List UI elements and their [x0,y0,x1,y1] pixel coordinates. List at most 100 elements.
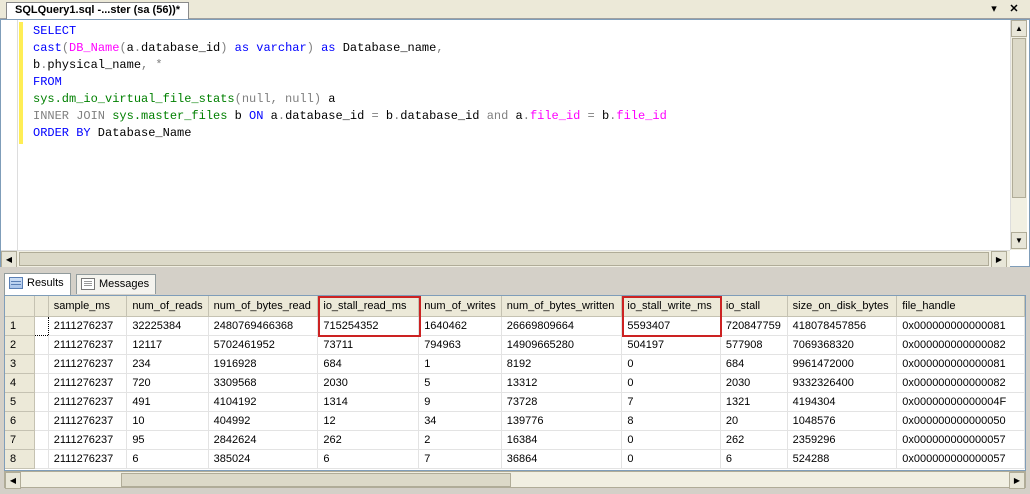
grid-horizontal-scrollbar[interactable]: ◀ ▶ [4,471,1026,489]
table-cell[interactable]: 73728 [501,392,623,412]
query-line[interactable]: SELECT [33,23,667,40]
scroll-up-icon[interactable]: ▲ [1011,20,1027,37]
column-header[interactable]: num_of_writes [418,296,502,317]
table-cell[interactable] [34,315,49,336]
table-cell[interactable]: 0x00000000000004F [896,392,1025,412]
table-cell[interactable]: 234 [126,354,209,374]
table-cell[interactable]: 2842624 [208,430,319,450]
table-cell[interactable]: 7 [418,449,502,469]
table-cell[interactable]: 404992 [208,411,319,431]
table-cell[interactable]: 34 [418,411,502,431]
table-cell[interactable]: 262 [720,430,788,450]
table-cell[interactable]: 73711 [317,335,420,355]
column-header[interactable]: num_of_reads [126,296,209,317]
table-cell[interactable]: 1048576 [787,411,898,431]
scroll-left-icon[interactable]: ◀ [1,251,17,268]
table-cell[interactable]: 0x000000000000050 [896,411,1025,431]
editor-horizontal-scroll-thumb[interactable] [19,252,989,266]
table-cell[interactable]: 14909665280 [501,335,623,355]
table-cell[interactable] [34,373,49,393]
table-cell[interactable] [34,335,49,355]
table-cell[interactable]: 0x000000000000081 [896,316,1025,336]
table-cell[interactable]: 1640462 [418,316,502,336]
table-row[interactable]: 5 2111276237 491 4104192 1314 9 73728 7 1321 4194… [5,392,1025,412]
table-cell[interactable]: 0 [621,354,721,374]
table-cell[interactable]: 0 [621,449,721,469]
table-cell[interactable] [34,449,49,469]
query-line[interactable]: FROM [33,74,667,91]
row-number[interactable]: 2 [5,335,36,355]
table-cell[interactable]: 794963 [418,335,502,355]
editor-vertical-scrollbar[interactable]: ▲ ▼ [1010,20,1027,250]
query-text[interactable]: SELECT cast(DB_Name(a.database_id) as var… [33,23,667,142]
table-cell[interactable]: 684 [317,354,420,374]
table-cell[interactable]: 2111276237 [48,335,128,355]
table-cell[interactable]: 7069368320 [787,335,898,355]
column-header[interactable]: num_of_bytes_read [208,296,319,317]
table-cell[interactable]: 4104192 [208,392,319,412]
table-cell[interactable]: 6 [317,449,420,469]
query-line[interactable]: cast(DB_Name(a.database_id) as varchar) … [33,40,667,57]
editor-horizontal-scrollbar[interactable]: ◀ ▶ [1,250,1010,268]
table-cell[interactable]: 2111276237 [48,316,128,336]
table-cell[interactable]: 5 [418,373,502,393]
table-cell[interactable]: 1314 [317,392,420,412]
table-cell[interactable] [34,354,49,374]
table-cell[interactable]: 1321 [720,392,788,412]
table-cell[interactable]: 16384 [501,430,623,450]
row-number[interactable]: 6 [5,411,36,431]
table-cell[interactable]: 524288 [787,449,898,469]
close-icon[interactable]: ✕ [1006,2,1022,17]
table-cell[interactable]: 2111276237 [48,449,128,469]
table-row[interactable]: 2 2111276237 12117 5702461952 73711 794963 149… [5,335,1025,355]
table-cell[interactable]: 26669809664 [501,316,623,336]
tab-messages[interactable]: Messages [76,274,157,294]
table-row[interactable]: 4 2111276237 720 3309568 2030 5 13312 0 2030 9332… [5,373,1025,393]
column-header[interactable] [34,296,49,317]
table-cell[interactable]: 2111276237 [48,430,128,450]
table-cell[interactable]: 2111276237 [48,392,128,412]
table-cell[interactable]: 0x000000000000057 [896,449,1025,469]
column-header[interactable]: io_stall_read_ms [317,296,420,317]
table-cell[interactable]: 0 [621,373,721,393]
table-cell[interactable]: 0 [621,430,721,450]
table-cell[interactable]: 0x000000000000082 [896,373,1025,393]
table-cell[interactable]: 491 [126,392,209,412]
table-cell[interactable]: 10 [126,411,209,431]
table-cell[interactable]: 2 [418,430,502,450]
column-header[interactable]: num_of_bytes_written [501,296,623,317]
table-cell[interactable]: 720847759 [720,316,788,336]
table-cell[interactable]: 36864 [501,449,623,469]
table-cell[interactable]: 385024 [208,449,319,469]
table-cell[interactable]: 13312 [501,373,623,393]
table-cell[interactable]: 2111276237 [48,354,128,374]
table-cell[interactable]: 262 [317,430,420,450]
table-cell[interactable]: 2111276237 [48,411,128,431]
table-cell[interactable]: 1916928 [208,354,319,374]
table-cell[interactable]: 1 [418,354,502,374]
table-cell[interactable]: 12 [317,411,420,431]
window-list-dropdown-icon[interactable]: ▾ [986,2,1002,17]
table-cell[interactable]: 504197 [621,335,721,355]
table-row[interactable]: 6 2111276237 10 404992 12 34 139776 8 20 1048576 0… [5,411,1025,431]
table-cell[interactable]: 9961472000 [787,354,898,374]
table-row[interactable]: 1 2111276237 32225384 2480769466368 71525435… [5,315,1025,336]
scroll-down-icon[interactable]: ▼ [1011,232,1027,249]
table-row[interactable]: 8 2111276237 6 385024 6 7 36864 0 6 524288 0x00000… [5,449,1025,469]
query-document-tab[interactable]: SQLQuery1.sql -...ster (sa (56))* [6,2,190,19]
row-number[interactable]: 1 [5,316,36,336]
table-cell[interactable]: 95 [126,430,209,450]
tab-results[interactable]: Results [4,273,71,295]
table-cell[interactable]: 6 [126,449,209,469]
row-number[interactable]: 4 [5,373,36,393]
query-editor[interactable]: SELECT cast(DB_Name(a.database_id) as var… [0,19,1030,268]
table-cell[interactable]: 2359296 [787,430,898,450]
table-cell[interactable]: 684 [720,354,788,374]
table-cell[interactable]: 3309568 [208,373,319,393]
table-cell[interactable]: 715254352 [317,316,420,336]
table-row[interactable]: 3 2111276237 234 1916928 684 1 8192 0 684 9961472… [5,354,1025,374]
column-header[interactable]: size_on_disk_bytes [787,296,898,317]
query-line[interactable]: sys.dm_io_virtual_file_stats(null, null)… [33,91,667,108]
row-number[interactable]: 5 [5,392,36,412]
table-cell[interactable]: 2030 [720,373,788,393]
